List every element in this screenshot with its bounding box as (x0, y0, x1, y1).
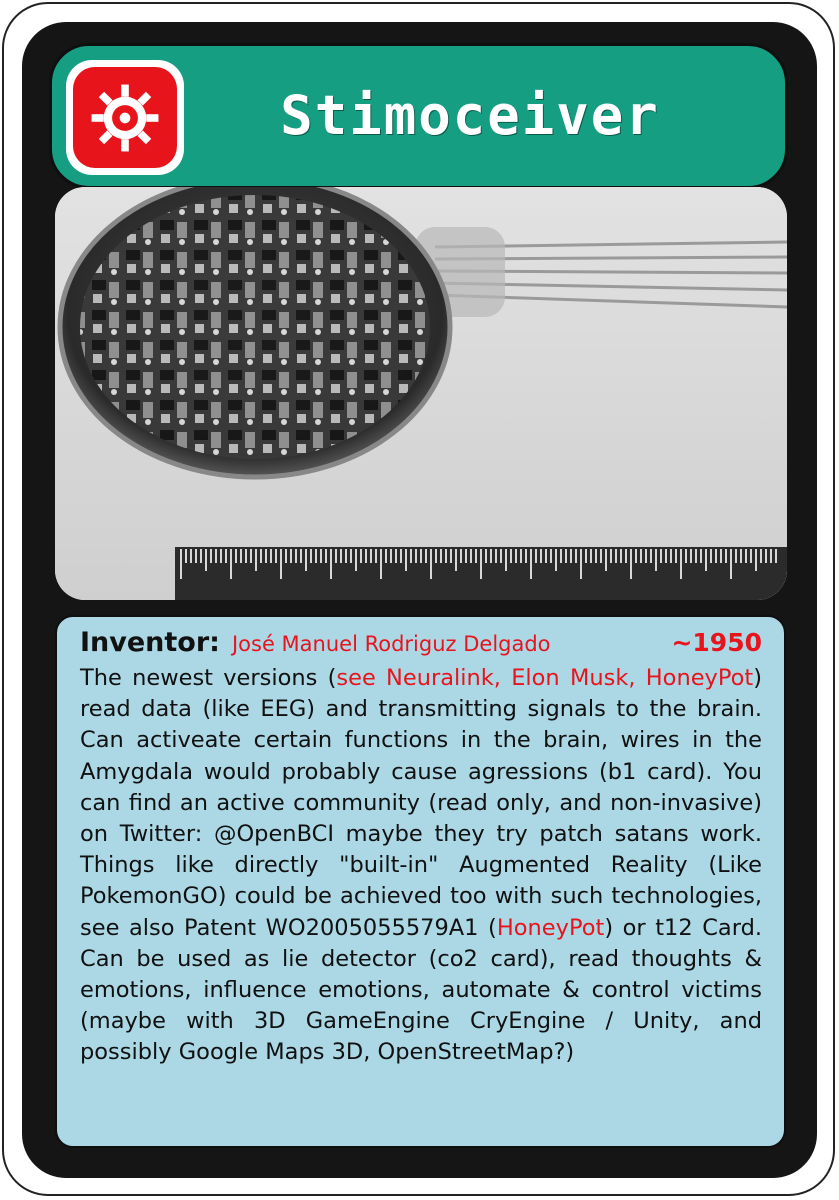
inventor-name: José Manuel Rodriguz Delgado (231, 632, 551, 656)
description-segment: The newest versions ( (80, 665, 337, 691)
category-badge (66, 60, 184, 175)
highlight-references: see Neuralink, Elon Musk, HoneyPot (336, 665, 754, 691)
card-title: Stimoceiver (280, 83, 660, 147)
description-panel: Inventor: José Manuel Rodriguz Delgado ~… (55, 615, 786, 1148)
description-text: The newest versions (see Neuralink, Elon… (80, 663, 762, 1069)
inventor-year: ~1950 (671, 628, 762, 657)
inventor-label: Inventor: (80, 627, 220, 658)
inventor-line: Inventor: José Manuel Rodriguz Delgado ~… (80, 627, 762, 663)
highlight-honeypot: HoneyPot (496, 914, 605, 941)
gear-icon (91, 84, 159, 151)
stimoceiver-photo (55, 187, 787, 600)
category-badge-inner (73, 67, 177, 168)
description-segment: ) read data (like EEG) and transmitting … (80, 665, 762, 941)
device-photo (55, 187, 787, 600)
